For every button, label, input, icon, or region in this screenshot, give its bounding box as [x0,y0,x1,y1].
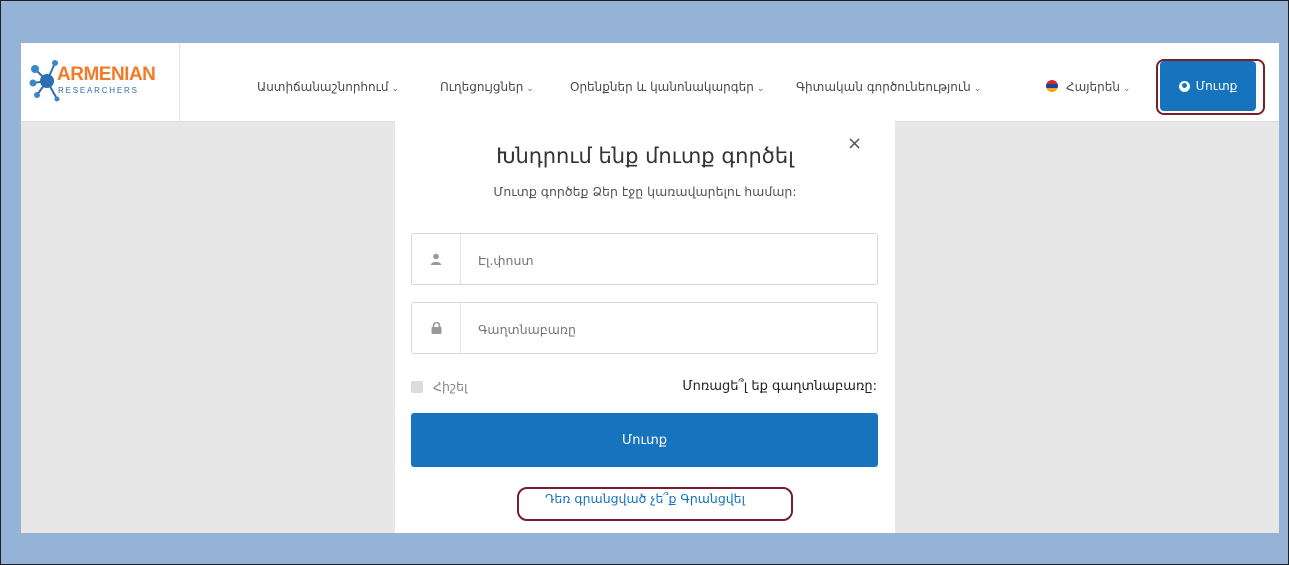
user-icon [412,234,461,284]
nav-item-degree-awarding[interactable]: Աստիճանաշնորհում ⌄ [257,80,399,94]
screenshot-frame: ARMENIAN RESEARCHERS Աստիճանաշնորհում ⌄ Ո… [0,0,1289,565]
submit-label: Մուտք [621,432,668,448]
chevron-down-icon: ⌄ [973,84,982,94]
logo-wordmark: ARMENIAN [57,64,156,85]
top-navbar: ARMENIAN RESEARCHERS Աստիճանաշնորհում ⌄ Ո… [21,43,1279,122]
nav-item-label: Օրենքներ և կանոնակարգեր [570,80,754,94]
forgot-password-link[interactable]: Մոռացե՞լ եք գաղտնաբառը: [682,379,877,394]
nav-item-label: Գիտական գործունեություն [796,80,971,94]
chevron-down-icon: ⌄ [756,84,765,94]
nav-item-label: Աստիճանաշնորհում [257,80,389,94]
remember-checkbox[interactable] [411,380,423,393]
remember-label: Հիշել [433,379,468,394]
armenian-flag-icon [1046,80,1058,92]
logo-subtitle: RESEARCHERS [58,86,139,95]
nav-item-guides[interactable]: Ուղեցույցներ ⌄ [440,80,534,94]
register-highlight-annotation [517,487,793,521]
language-label: Հայերեն [1066,80,1120,94]
login-modal: × Խնդրում ենք մուտք գործել Մուտք գործեք … [395,116,895,533]
nav-item-label: Ուղեցույցներ [440,80,524,94]
submit-login-button[interactable]: Մուտք [411,413,878,467]
password-field-group [411,302,878,354]
nav-item-scientific-activity[interactable]: Գիտական գործունեություն ⌄ [796,80,981,94]
password-input[interactable] [476,317,860,341]
chevron-down-icon: ⌄ [526,84,534,94]
nav-item-laws[interactable]: Օրենքներ և կանոնակարգեր ⌄ [570,80,764,94]
modal-subtitle: Մուտք գործեք Ձեր էջը կառավարելու համար: [493,184,797,199]
language-selector[interactable]: Հայերեն ⌄ [1046,80,1131,94]
modal-title: Խնդրում ենք մուտք գործել [496,144,794,168]
site-logo[interactable]: ARMENIAN RESEARCHERS [21,43,180,121]
login-highlight-annotation [1156,59,1265,115]
chevron-down-icon: ⌄ [1122,84,1131,94]
chevron-down-icon: ⌄ [391,84,399,94]
email-input[interactable] [476,248,860,272]
lock-icon [412,303,461,353]
remember-me[interactable]: Հիշել [411,379,467,394]
email-field-group [411,233,878,285]
